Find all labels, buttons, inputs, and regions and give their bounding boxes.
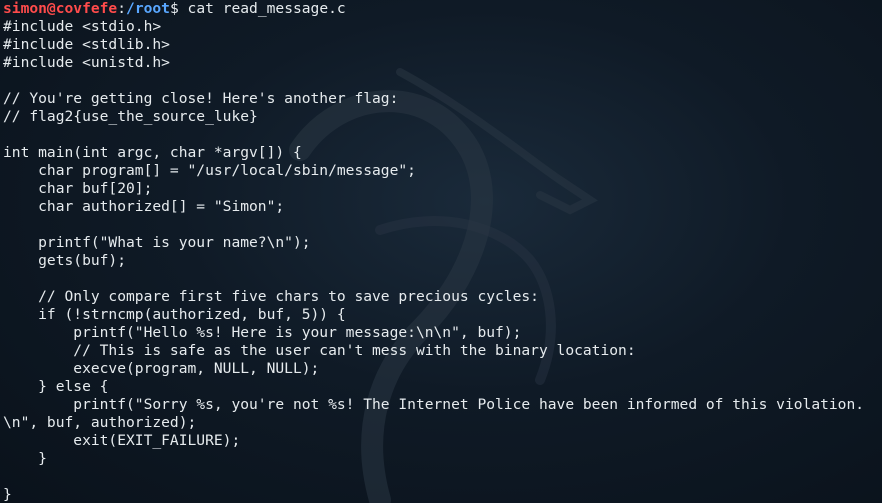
code-line: char authorized[] = "Simon"; xyxy=(3,198,285,215)
code-line: // This is safe as the user can't mess w… xyxy=(3,342,636,359)
prompt-symbol: $ xyxy=(169,0,179,17)
code-line: // Only compare first five chars to save… xyxy=(3,288,539,305)
code-line: printf("Sorry %s, you're not %s! The Int… xyxy=(3,396,865,413)
code-line: // flag2{use_the_source_luke} xyxy=(3,108,258,125)
prompt-command: cat read_message.c xyxy=(178,0,346,17)
terminal-output: simon@covfefe:/root$ cat read_message.c … xyxy=(3,0,864,503)
code-line: #include <stdlib.h> xyxy=(3,36,170,53)
code-line: char buf[20]; xyxy=(3,180,153,197)
code-line: int main(int argc, char *argv[]) { xyxy=(3,144,302,161)
code-line: printf("Hello %s! Here is your message:\… xyxy=(3,324,522,341)
terminal-window[interactable]: simon@covfefe:/root$ cat read_message.c … xyxy=(0,0,882,503)
prompt-separator: : xyxy=(117,0,127,17)
code-line: printf("What is your name?\n"); xyxy=(3,234,311,251)
code-line: } xyxy=(3,450,47,467)
code-line: // You're getting close! Here's another … xyxy=(3,90,399,107)
code-line: #include <unistd.h> xyxy=(3,54,170,71)
code-line: } else { xyxy=(3,378,109,395)
code-line: \n", buf, authorized); xyxy=(3,414,197,431)
prompt-line: simon@covfefe:/root$ cat read_message.c xyxy=(3,0,864,18)
prompt-user-host: simon@covfefe xyxy=(3,0,118,17)
code-line: execve(program, NULL, NULL); xyxy=(3,360,320,377)
source-code: #include <stdio.h> #include <stdlib.h> #in… xyxy=(3,18,864,503)
code-line: if (!strncmp(authorized, buf, 5)) { xyxy=(3,306,346,323)
code-line: gets(buf); xyxy=(3,252,127,269)
prompt-path: /root xyxy=(126,0,170,17)
code-line: char program[] = "/usr/local/sbin/messag… xyxy=(3,162,416,179)
code-line: exit(EXIT_FAILURE); xyxy=(3,432,241,449)
code-line: #include <stdio.h> xyxy=(3,18,162,35)
code-line: } xyxy=(3,486,12,503)
